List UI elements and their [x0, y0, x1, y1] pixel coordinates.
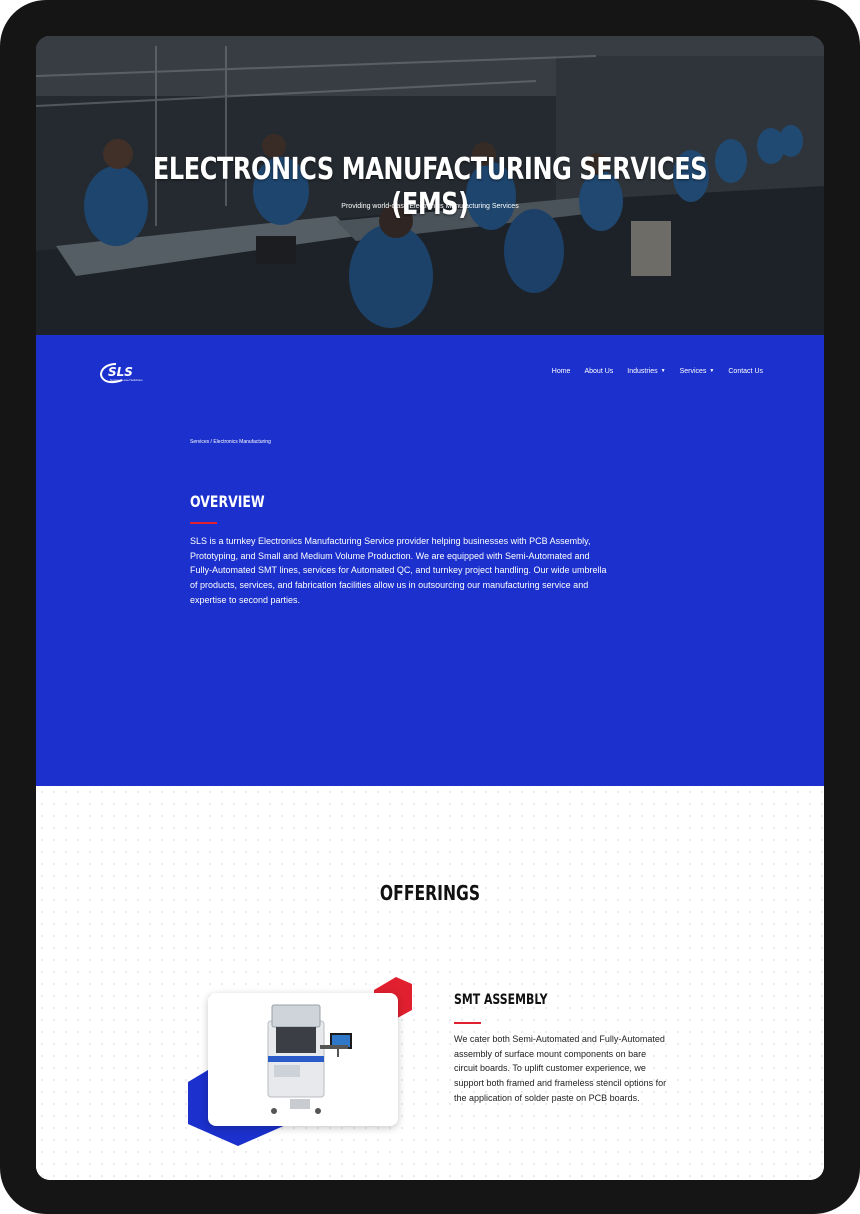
overview-section: SLS Systems Level Solutions Home About U… — [36, 335, 824, 786]
nav-item-contact-us[interactable]: Contact Us — [728, 368, 763, 375]
nav-item-about-us[interactable]: About Us — [584, 368, 613, 375]
overview-title: OVERVIEW — [190, 492, 265, 511]
nav-item-home[interactable]: Home — [552, 368, 571, 375]
nav-item-services[interactable]: Services ▼ — [680, 368, 715, 375]
chevron-down-icon: ▼ — [660, 368, 666, 374]
sls-logo-mark: SLS — [100, 363, 133, 384]
screen: ELECTRONICS MANUFACTURING SERVICES (EMS)… — [36, 36, 824, 1180]
logo-tagline: Systems Level Solutions — [110, 378, 143, 382]
chevron-down-icon: ▼ — [709, 368, 715, 374]
offerings-title: OFFERINGS — [379, 881, 481, 905]
nav-item-industries[interactable]: Industries ▼ — [627, 368, 665, 375]
smt-assembly-title: SMT ASSEMBLY — [454, 992, 548, 1008]
smt-machine-image — [267, 1004, 352, 1114]
smt-assembly-text: We cater both Semi-Automated and Fully-A… — [454, 1034, 667, 1103]
main-nav: Home About Us Industries ▼ Services ▼ Cont… — [552, 368, 763, 375]
overview-text: SLS is a turnkey Electronics Manufacturi… — [190, 536, 607, 605]
hero-banner: ELECTRONICS MANUFACTURING SERVICES (EMS)… — [36, 36, 824, 335]
smt-title-underline — [454, 1022, 481, 1024]
offerings-section: OFFERINGS SMT ASSEMBLY We cater both Sem… — [36, 786, 824, 1180]
breadcrumb[interactable]: Services / Electronics Manufacturing — [190, 439, 271, 445]
sls-logo[interactable]: SLS Systems Level Solutions — [96, 360, 156, 386]
hero-subtitle: Providing world-class Electronics Manufa… — [341, 203, 519, 210]
hero-title: ELECTRONICS MANUFACTURING SERVICES (EMS) — [152, 152, 708, 222]
smt-machine-card — [208, 993, 398, 1126]
logo-text: SLS — [108, 365, 133, 379]
overview-title-underline — [190, 522, 217, 524]
